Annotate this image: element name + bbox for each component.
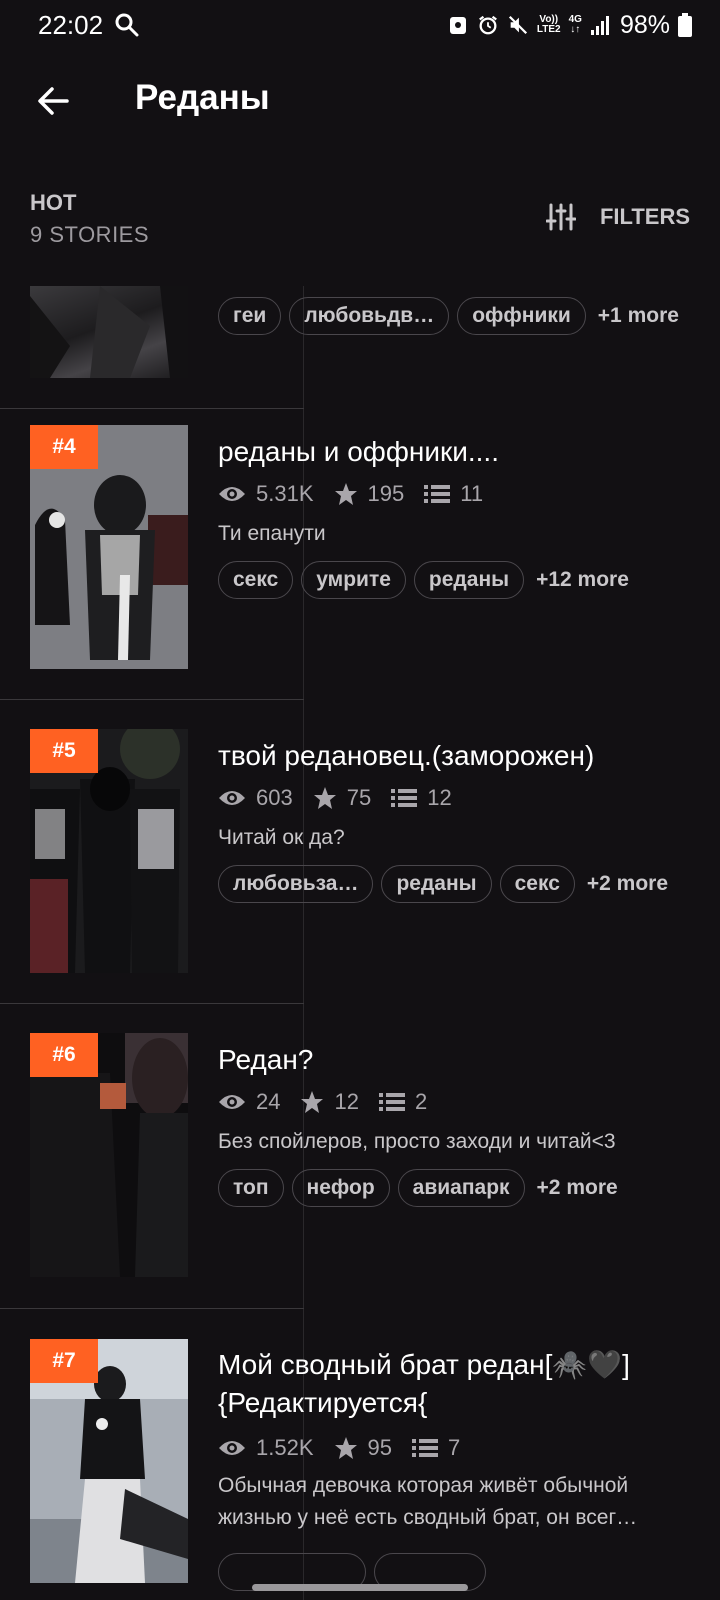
list-icon: [378, 1093, 405, 1111]
back-arrow-icon: [38, 87, 69, 115]
sort-label[interactable]: HOT: [30, 190, 76, 216]
card-divider: [0, 1308, 304, 1309]
filters-button[interactable]: FILTERS: [545, 196, 690, 238]
more-tags-link[interactable]: +2 more: [537, 1176, 618, 1200]
app-header: Реданы: [0, 60, 720, 140]
eye-icon: [219, 1095, 245, 1109]
eye-icon: [219, 487, 245, 501]
story-cover-image[interactable]: [30, 286, 188, 378]
star-icon: [334, 1437, 357, 1459]
nfc-lock-icon: [449, 17, 466, 34]
story-description: Ти епанути: [218, 522, 326, 545]
status-icons: Vo)) LTE2 4G ↓↑ 98%: [447, 10, 692, 40]
views-stat: 1.52K: [218, 1435, 314, 1461]
battery-percent: 98%: [619, 10, 670, 39]
battery-icon: [678, 13, 692, 37]
mute-icon: [508, 15, 527, 35]
story-title[interactable]: твой редановец.(заморожен): [218, 737, 698, 775]
story-description: Обычная девочка которая живёт обычной жи…: [218, 1474, 638, 1529]
sort-bar: HOT 9 STORIES FILTERS: [0, 186, 720, 256]
more-tags-link[interactable]: +2 more: [587, 872, 668, 896]
tag-chip[interactable]: реданы: [413, 561, 525, 599]
story-card[interactable]: #4 реданы и оффники.... 5.31K 195 11 Ти …: [0, 409, 720, 714]
card-divider: [0, 1003, 304, 1004]
story-list[interactable]: геи любовьдв… оффники +1 more #4 реданы …: [0, 286, 720, 1600]
back-button[interactable]: [30, 78, 76, 124]
tag-chip[interactable]: авиапарк: [397, 1169, 525, 1207]
filters-label: FILTERS: [599, 204, 690, 229]
story-title[interactable]: Редан?: [218, 1041, 698, 1079]
views-stat: 24: [218, 1089, 280, 1115]
story-stats: 24 12 2: [218, 1087, 447, 1117]
tag-chip[interactable]: нефор: [291, 1169, 390, 1207]
story-stats: 603 75 12: [218, 783, 472, 813]
eye-icon: [219, 791, 245, 805]
tag-chip[interactable]: любовьдв…: [289, 297, 450, 335]
story-stats: 1.52K 95 7: [218, 1433, 480, 1463]
list-icon: [391, 789, 418, 807]
search-icon: [115, 13, 139, 37]
story-tags: топ нефор авиапарк +2 more: [218, 1168, 618, 1208]
sliders-icon: [545, 203, 576, 231]
story-description: Без спойлеров, просто заходи и читай<3: [218, 1130, 616, 1153]
tag-chip[interactable]: секс: [218, 561, 294, 599]
star-icon: [334, 483, 357, 505]
tag-chip[interactable]: реданы: [381, 865, 492, 903]
signal-icon: [590, 16, 609, 35]
tag-chip[interactable]: геи: [218, 297, 282, 335]
tag-chip[interactable]: оффники: [457, 297, 586, 335]
votes-stat: 195: [334, 481, 404, 507]
rank-badge: #6: [30, 1033, 98, 1077]
story-tags: любовьза… реданы секс +2 more: [218, 864, 668, 904]
star-icon: [313, 787, 336, 809]
eye-icon: [219, 1441, 245, 1455]
story-count: 9 STORIES: [30, 222, 150, 247]
list-icon: [411, 1439, 438, 1457]
alarm-icon: [478, 15, 497, 35]
status-bar: 22:02 Vo)) LTE2 4G ↓↑ 98%: [0, 0, 720, 52]
more-tags-link[interactable]: +1 more: [598, 304, 679, 328]
story-description: Читай ок да?: [218, 826, 345, 849]
home-indicator[interactable]: [252, 1584, 468, 1591]
views-stat: 5.31K: [218, 481, 314, 507]
story-card[interactable]: #5 твой редановец.(заморожен) 603 75 12 …: [0, 713, 720, 1018]
story-tags: секс умрите реданы +12 more: [218, 560, 629, 600]
network-indicator: 4G ↓↑: [568, 14, 582, 35]
card-divider: [0, 699, 304, 700]
votes-stat: 12: [300, 1089, 359, 1115]
parts-stat: 2: [378, 1089, 427, 1115]
tag-chip[interactable]: топ: [218, 1169, 284, 1207]
views-stat: 603: [218, 785, 293, 811]
votes-stat: 95: [334, 1435, 392, 1461]
story-card[interactable]: #6 Редан? 24 12 2 Без спойлеров, просто …: [0, 1017, 720, 1322]
parts-stat: 7: [411, 1435, 460, 1461]
parts-stat: 11: [424, 481, 483, 507]
story-card[interactable]: #7 Мой сводный брат редан[🕷️🖤] {Редактир…: [0, 1322, 720, 1600]
star-icon: [301, 1091, 324, 1113]
tag-chip[interactable]: любовьза…: [218, 865, 374, 903]
story-tags: геи любовьдв… оффники +1 more: [218, 296, 679, 336]
volte-indicator: Vo)) LTE2: [536, 14, 561, 35]
list-icon: [424, 485, 451, 503]
story-title[interactable]: реданы и оффники....: [218, 433, 698, 471]
status-time: 22:02: [38, 10, 104, 40]
story-stats: 5.31K 195 11: [218, 479, 503, 509]
votes-stat: 75: [313, 785, 371, 811]
parts-stat: 12: [391, 785, 452, 811]
page-title: Реданы: [135, 78, 270, 117]
rank-badge: #4: [30, 425, 98, 469]
more-tags-link[interactable]: +12 more: [536, 568, 629, 592]
rank-badge: #7: [30, 1339, 98, 1383]
story-title[interactable]: Мой сводный брат редан[🕷️🖤] {Редактирует…: [218, 1346, 698, 1422]
tag-chip[interactable]: умрите: [301, 561, 406, 599]
tag-chip[interactable]: секс: [499, 865, 575, 903]
rank-badge: #5: [30, 729, 98, 773]
